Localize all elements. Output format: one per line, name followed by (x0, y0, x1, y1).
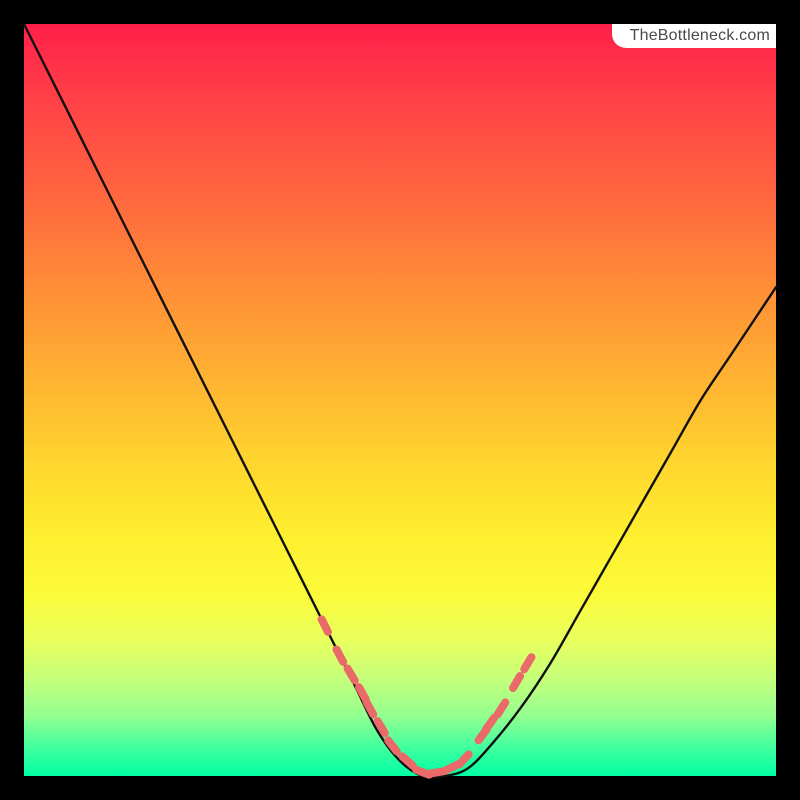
highlight-dot (498, 702, 506, 714)
watermark: TheBottleneck.com (612, 24, 776, 48)
chart-frame: TheBottleneck.com (24, 24, 776, 776)
highlight-dot (486, 718, 494, 729)
chart-svg (24, 24, 776, 776)
watermark-text: TheBottleneck.com (630, 27, 770, 44)
highlight-dot (513, 676, 520, 688)
highlight-dot (524, 657, 531, 669)
highlight-dot (459, 754, 469, 764)
highlight-dot (348, 668, 355, 680)
highlight-dot (337, 650, 344, 662)
highlight-dot (322, 619, 328, 632)
highlight-dots (322, 619, 532, 774)
bottleneck-curve (24, 24, 776, 777)
highlight-dot (431, 771, 445, 773)
